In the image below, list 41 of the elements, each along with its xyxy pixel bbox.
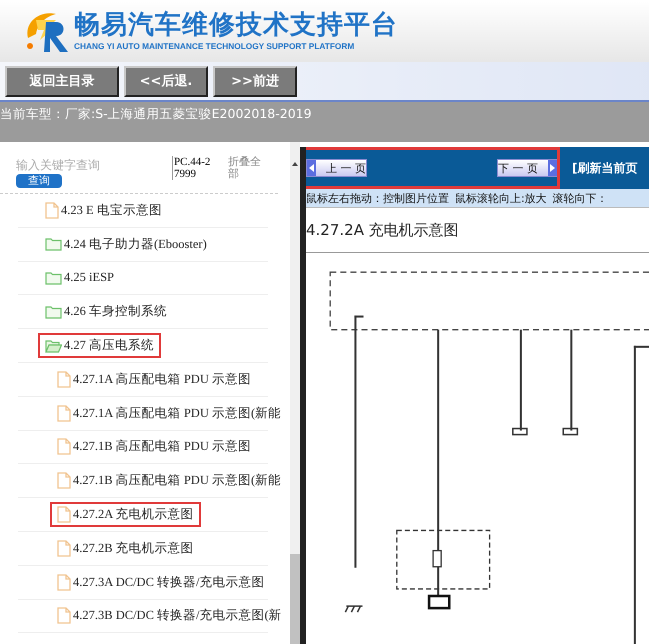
folder-icon <box>45 270 62 285</box>
document-icon <box>57 472 71 490</box>
tree-item[interactable]: 4.24 电子助力器(Ebooster) <box>64 236 207 253</box>
refresh-link[interactable]: [刷新当前页 <box>572 160 638 176</box>
vehicle-label: 当前车型： <box>0 106 65 123</box>
vehicle-name: 厂家:S-上海通用五菱宝骏E2002018-2019 <box>65 106 312 123</box>
document-icon <box>57 574 71 591</box>
nav-button[interactable]: >>前进 <box>213 66 297 96</box>
document-icon <box>57 438 71 456</box>
tree-item[interactable]: 4.26 车身控制系统 <box>64 303 167 320</box>
tree-item[interactable]: 4.27.1B 高压配电箱 PDU 示意图(新能 <box>73 472 282 490</box>
tree-item[interactable]: 4.27.1A 高压配电箱 PDU 示意图 <box>73 370 251 388</box>
tree-item[interactable]: 4.27.2B 充电机示意图 <box>73 540 194 557</box>
document-icon <box>57 607 71 624</box>
collapse-all-link[interactable]: 折叠全部 <box>228 156 268 180</box>
hint-text: 鼠标滚轮向上:放大 <box>455 190 547 206</box>
previous-page-button[interactable]: 上 一 页 <box>306 159 367 177</box>
site-subtitle: CHANG YI AUTO MAINTENANCE TECHNOLOGY SUPPORT PLATFORM <box>74 40 356 52</box>
hint-text: 鼠标左右拖动：控制图片位置 <box>306 190 449 206</box>
document-icon <box>45 202 59 219</box>
tree-item[interactable]: 4.27.3A DC/DC 转换器/充电示意图 <box>73 574 265 591</box>
site-title: 畅易汽车维修技术支持平台 <box>74 10 398 40</box>
code-text: PC.44-27999 <box>172 156 212 180</box>
document-icon <box>57 506 71 524</box>
hint-text: 滚轮向下： <box>552 190 608 206</box>
tree-item[interactable]: 4.25 iESP <box>64 270 114 286</box>
document-icon <box>57 370 71 388</box>
tree-item[interactable]: 4.27.1A 高压配电箱 PDU 示意图(新能 <box>73 404 282 422</box>
folder-icon <box>45 304 62 319</box>
tree-item[interactable]: 4.23 E 电宝示意图 <box>61 202 162 219</box>
nav-button[interactable]: 返回主目录 <box>5 66 119 96</box>
document-icon <box>57 404 71 422</box>
document-icon <box>57 540 71 557</box>
folder-icon <box>45 237 62 252</box>
search-button[interactable]: 查询 <box>16 174 62 188</box>
tree-item[interactable]: 4.27.3B DC/DC 转换器/充电示意图(新 <box>73 607 282 624</box>
nav-button[interactable]: <<后退. <box>124 66 208 96</box>
scrollbar[interactable] <box>290 142 300 644</box>
next-page-button[interactable]: 下 一 页 <box>497 159 558 177</box>
open-folder-icon <box>45 338 62 353</box>
tree-item[interactable]: 4.27.1B 高压配电箱 PDU 示意图 <box>73 438 251 456</box>
